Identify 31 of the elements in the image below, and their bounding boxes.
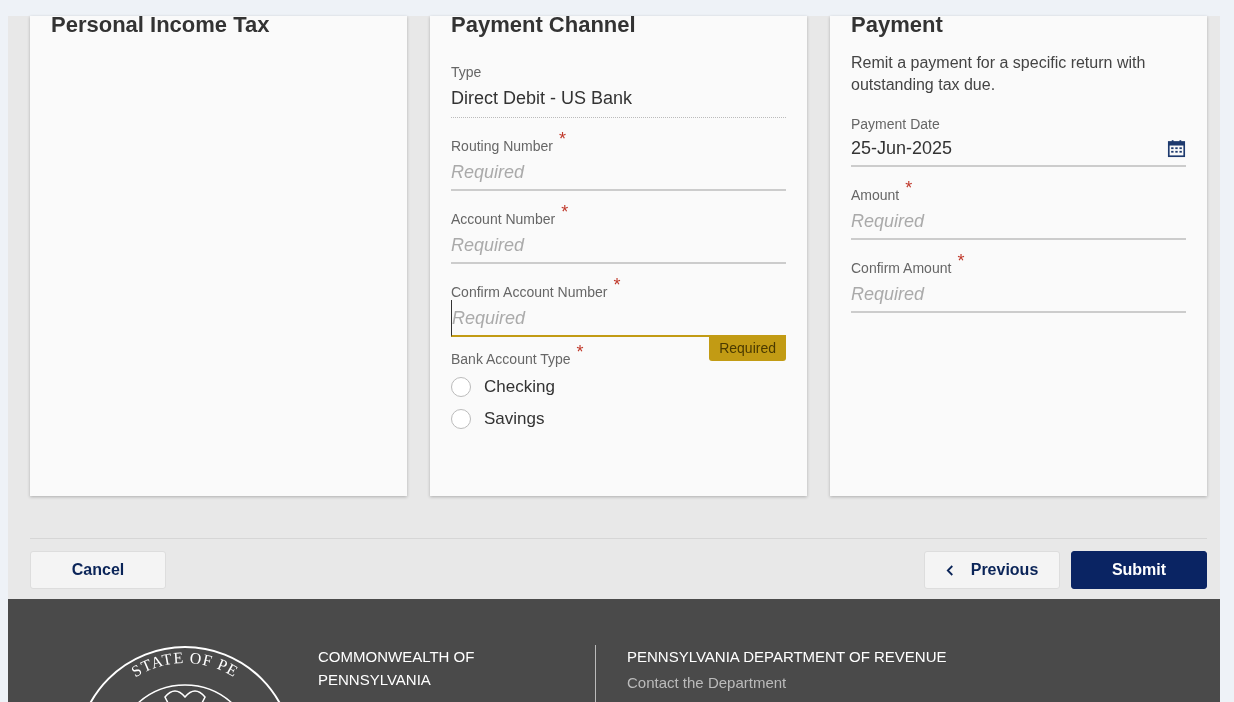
radio-button[interactable] [451, 377, 471, 397]
calendar-icon[interactable] [1167, 139, 1186, 158]
radio-label[interactable]: Checking [484, 377, 555, 397]
contact-link[interactable]: Contact the Department [627, 674, 947, 691]
required-asterisk: * [905, 181, 913, 195]
text-input[interactable]: Required [851, 203, 1186, 240]
card-description: Remit a payment for a specific return with outstanding tax due. [851, 53, 1147, 95]
department-name: PENNSYLVANIA DEPARTMENT OF REVENUE [627, 647, 947, 667]
organization-name: COMMONWEALTH OF PENNSYLVANIA [318, 647, 476, 690]
cancel-button[interactable]: Cancel [30, 551, 166, 589]
field-label: Confirm Amount [851, 259, 952, 278]
field-label: Routing Number [451, 137, 553, 156]
required-asterisk: * [613, 278, 621, 292]
required-asterisk: * [957, 254, 965, 268]
text-input[interactable]: Required [451, 154, 786, 191]
field-label: Bank Account Type [451, 350, 571, 369]
error-badge: Required [709, 335, 786, 361]
chevron-left-icon [945, 564, 955, 576]
text-input[interactable]: Required [451, 227, 786, 264]
required-asterisk: * [576, 345, 584, 359]
submit-button[interactable]: Submit [1071, 551, 1207, 589]
field-label: Account Number [451, 210, 556, 229]
required-asterisk: * [561, 205, 569, 219]
field-label: Amount [851, 186, 900, 205]
field-label: Confirm Account Number [451, 283, 608, 302]
previous-button[interactable]: Previous [924, 551, 1060, 589]
card-title: Personal Income Tax [51, 16, 271, 34]
radio-button[interactable] [451, 409, 471, 429]
radio-label[interactable]: Savings [484, 409, 545, 429]
required-asterisk: * [558, 132, 566, 146]
text-input[interactable]: Required [851, 276, 1186, 313]
